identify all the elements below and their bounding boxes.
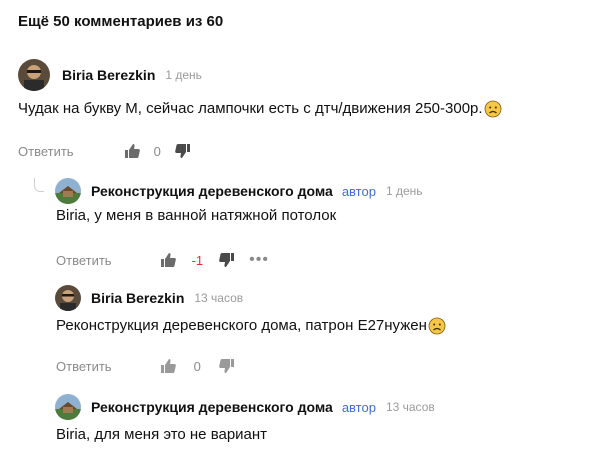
comments-header[interactable]: Ещё 50 комментариев из 60 — [18, 13, 223, 30]
thumbs-down-icon[interactable] — [218, 358, 235, 374]
author-badge: автор — [341, 399, 376, 415]
comment-time: 13 часов — [385, 400, 435, 414]
comment-text: Biria, у меня в ванной натяжной потолок — [56, 207, 337, 224]
comment-text: Чудак на букву М, сейчас лампочки есть с… — [18, 99, 502, 119]
comment-header: Реконструкция деревенского дома автор 13… — [55, 394, 435, 420]
comment-actions: Ответить -1 ••• — [56, 251, 269, 269]
sad-emoji-icon — [428, 317, 446, 335]
author-badge: автор — [341, 183, 376, 199]
comment-header: Biria Berezkin 13 часов — [55, 285, 243, 311]
comment-header: Реконструкция деревенского дома автор 1 … — [55, 178, 423, 204]
avatar[interactable] — [55, 285, 81, 311]
comment-text: Biria, для меня это не вариант — [56, 426, 268, 443]
reply-button[interactable]: Ответить — [56, 359, 112, 374]
thread-line — [34, 178, 44, 192]
author-name[interactable]: Реконструкция деревенского дома — [91, 183, 333, 199]
thumbs-up-icon[interactable] — [160, 358, 176, 374]
comment-1: Biria Berezkin 1 день — [18, 59, 202, 91]
reply-button[interactable]: Ответить — [18, 144, 74, 159]
reply-button[interactable]: Ответить — [56, 253, 112, 268]
comment-4: Реконструкция деревенского дома автор 13… — [55, 394, 435, 420]
like-count: 0 — [153, 143, 161, 159]
thumbs-down-icon[interactable] — [219, 252, 235, 268]
comment-2: Реконструкция деревенского дома автор 1 … — [55, 178, 423, 204]
comment-time: 1 день — [165, 68, 202, 82]
thumbs-down-icon[interactable] — [174, 143, 191, 159]
comment-header: Biria Berezkin 1 день — [18, 59, 202, 91]
author-name[interactable]: Biria Berezkin — [91, 290, 184, 306]
more-icon[interactable]: ••• — [249, 251, 269, 269]
like-count: -1 — [191, 252, 204, 268]
avatar[interactable] — [55, 178, 81, 204]
comment-time: 13 часов — [194, 291, 244, 305]
thumbs-up-icon[interactable] — [160, 252, 176, 268]
comment-time: 1 день — [385, 184, 423, 198]
author-name[interactable]: Biria Berezkin — [62, 67, 155, 83]
avatar[interactable] — [18, 59, 50, 91]
comment-actions: Ответить 0 — [56, 358, 235, 374]
sad-emoji-icon — [484, 100, 501, 118]
comment-actions: Ответить 0 — [18, 143, 191, 159]
thumbs-up-icon[interactable] — [124, 143, 140, 159]
comment-3: Biria Berezkin 13 часов — [55, 285, 243, 311]
comment-text: Реконструкция деревенского дома, патрон … — [56, 316, 446, 336]
avatar[interactable] — [55, 394, 81, 420]
like-count: 0 — [193, 358, 201, 374]
author-name[interactable]: Реконструкция деревенского дома — [91, 399, 333, 415]
